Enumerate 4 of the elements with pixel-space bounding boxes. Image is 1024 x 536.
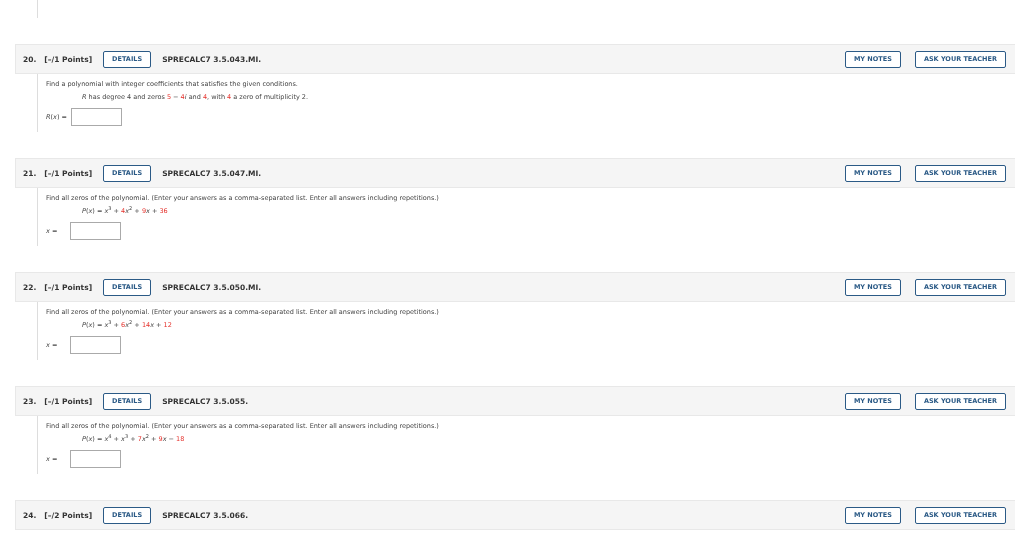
answer-field[interactable] [70, 222, 121, 240]
answer-field[interactable] [70, 450, 121, 468]
answer-field[interactable] [70, 336, 121, 354]
answer-field[interactable] [71, 108, 122, 126]
